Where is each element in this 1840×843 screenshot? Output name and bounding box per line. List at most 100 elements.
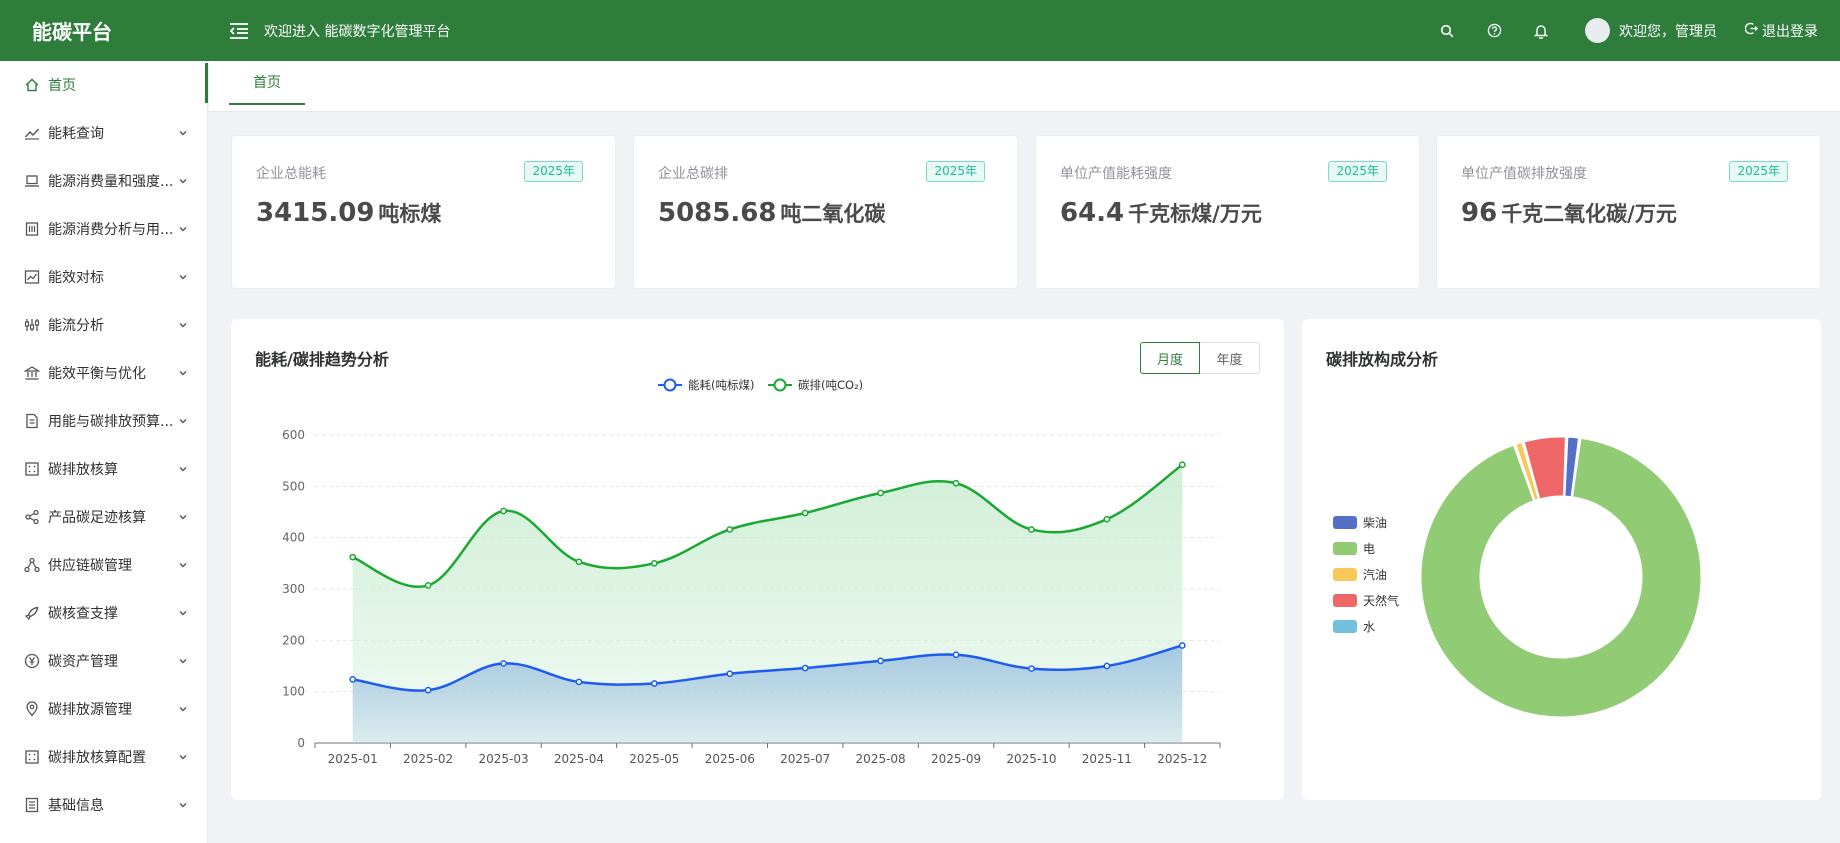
sidebar-item-11[interactable]: 碳核查支撑	[0, 589, 207, 637]
sidebar: 首页能耗查询能源消费量和强度... 能源消费分析与用... 能效对标能流分析 能效平衡…	[0, 61, 208, 843]
network-icon	[24, 557, 40, 573]
data-point[interactable]	[424, 686, 432, 694]
search-icon[interactable]	[1437, 21, 1457, 41]
data-point[interactable]	[877, 489, 884, 497]
sidebar-item-7[interactable]: 用能与碳排放预算...	[0, 397, 207, 445]
card-label: 企业总碳排	[658, 166, 728, 182]
x-tick-label: 2025-10	[1006, 752, 1056, 766]
stat-card-total-carbon: 企业总碳排 2025年 5085.68 吨二氧化碳	[633, 135, 1018, 289]
legend-label: 碳排(吨CO₂)	[798, 378, 863, 392]
pie-legend-item-4[interactable]: 水	[1333, 620, 1375, 634]
pie-slice-3[interactable]	[1523, 436, 1566, 500]
x-tick-label: 2025-01	[328, 752, 378, 766]
sidebar-item-8[interactable]: 碳排放核算	[0, 445, 207, 493]
data-point[interactable]	[801, 509, 809, 517]
data-point[interactable]	[575, 678, 583, 686]
legend-label: 能耗(吨标煤)	[688, 378, 754, 392]
data-point[interactable]	[349, 675, 357, 683]
sidebar-item-13[interactable]: 碳排放源管理	[0, 685, 207, 733]
data-point[interactable]	[651, 680, 658, 687]
card-unit: 千克二氧化碳/万元	[1501, 202, 1677, 226]
data-point[interactable]	[1028, 526, 1035, 533]
chevron-down-icon	[177, 751, 189, 763]
data-point[interactable]	[801, 664, 809, 672]
card-label: 单位产值碳排放强度	[1461, 166, 1587, 182]
sidebar-item-5[interactable]: 能流分析	[0, 301, 207, 349]
user-greeting: 欢迎您，管理员	[1619, 23, 1717, 40]
chevron-down-icon	[177, 559, 189, 571]
data-point[interactable]	[1178, 642, 1186, 649]
data-point[interactable]	[952, 651, 960, 659]
card-unit: 千克标煤/万元	[1128, 202, 1262, 226]
data-point[interactable]	[1028, 665, 1035, 672]
sidebar-item-6[interactable]: 能效平衡与优化	[0, 349, 207, 397]
composition-chart: 柴油电汽油天然气水	[1333, 436, 1702, 718]
trend-panel: 能耗/碳排趋势分析 月度 年度 0 100 200 300 400 500 600 2025-…	[231, 319, 1284, 800]
sidebar-item-2[interactable]: 能源消费量和强度...	[0, 157, 207, 205]
sidebar-item-1[interactable]: 能耗查询	[0, 109, 207, 157]
pie-legend-label: 电	[1363, 542, 1375, 556]
home-icon	[24, 77, 40, 93]
x-tick-label: 2025-04	[554, 752, 604, 766]
sidebar-item-12[interactable]: 碳资产管理	[0, 637, 207, 685]
data-point[interactable]	[651, 559, 658, 567]
card-value: 3415.09 吨标煤	[256, 198, 442, 228]
laptop-icon	[24, 173, 40, 189]
tab-home[interactable]: 首页	[229, 61, 305, 105]
y-tick-label: 400	[282, 531, 305, 545]
sidebar-item-4[interactable]: 能效对标	[0, 253, 207, 301]
data-point[interactable]	[952, 479, 960, 487]
data-point[interactable]	[1178, 461, 1186, 469]
stat-card-total-energy: 企业总能耗 2025年 3415.09 吨标煤	[231, 135, 616, 289]
year-badge: 2025年	[1729, 161, 1788, 182]
help-icon[interactable]	[1484, 21, 1504, 41]
x-tick-label: 2025-05	[629, 752, 679, 766]
card-label: 单位产值能耗强度	[1060, 166, 1172, 182]
pie-legend-item-2[interactable]: 汽油	[1333, 567, 1387, 582]
chevron-down-icon	[177, 319, 189, 331]
data-point[interactable]	[877, 657, 884, 665]
trend-line-icon	[24, 125, 40, 141]
y-tick-label: 600	[282, 428, 305, 442]
sidebar-item-10[interactable]: 供应链碳管理	[0, 541, 207, 589]
top-header: 能碳平台 欢迎进入 能碳数字化管理平台 欢迎您，管理员 退出登录	[0, 0, 1840, 61]
chevron-down-icon	[177, 175, 189, 187]
legend-item-1[interactable]: 碳排(吨CO₂)	[768, 378, 863, 392]
pie-legend-item-0[interactable]: 柴油	[1333, 516, 1387, 530]
avatar[interactable]	[1585, 18, 1610, 43]
data-point[interactable]	[500, 660, 507, 667]
sidebar-item-label: 能耗查询	[48, 126, 104, 142]
pie-legend-item-3[interactable]: 天然气	[1333, 593, 1399, 608]
data-point[interactable]	[726, 526, 734, 533]
sidebar-item-label: 供应链碳管理	[48, 558, 132, 574]
chevron-down-icon	[177, 415, 189, 427]
pie-legend-item-1[interactable]: 电	[1333, 542, 1375, 556]
chevron-down-icon	[177, 703, 189, 715]
sidebar-item-label: 能效对标	[48, 270, 104, 286]
sidebar-item-label: 碳排放核算	[48, 462, 118, 478]
flow-icon	[24, 317, 40, 333]
data-point[interactable]	[500, 507, 507, 515]
welcome-text: 欢迎进入 能碳数字化管理平台	[264, 23, 451, 40]
data-point[interactable]	[1103, 515, 1111, 523]
bell-icon[interactable]	[1531, 21, 1551, 41]
sidebar-item-0[interactable]: 首页	[0, 61, 208, 109]
card-value: 96 千克二氧化碳/万元	[1461, 198, 1677, 228]
sidebar-item-15[interactable]: 基础信息	[0, 781, 207, 829]
sidebar-item-3[interactable]: 能源消费分析与用...	[0, 205, 207, 253]
data-point[interactable]	[575, 558, 583, 566]
sidebar-item-14[interactable]: 碳排放核算配置	[0, 733, 207, 781]
data-point[interactable]	[1103, 662, 1111, 670]
data-point[interactable]	[726, 670, 734, 678]
sidebar-item-label: 碳核查支撑	[48, 606, 118, 622]
menu-toggle-icon[interactable]	[228, 20, 250, 42]
sidebar-item-9[interactable]: 产品碳足迹核算	[0, 493, 207, 541]
data-point[interactable]	[349, 553, 357, 561]
data-point[interactable]	[424, 582, 432, 589]
legend-item-0[interactable]: 能耗(吨标煤)	[658, 378, 754, 392]
card-unit: 吨标煤	[378, 202, 442, 226]
y-tick-label: 200	[282, 633, 305, 647]
calculator-icon	[24, 749, 40, 765]
chevron-down-icon	[177, 607, 189, 619]
logout-button[interactable]: 退出登录	[1744, 21, 1818, 41]
